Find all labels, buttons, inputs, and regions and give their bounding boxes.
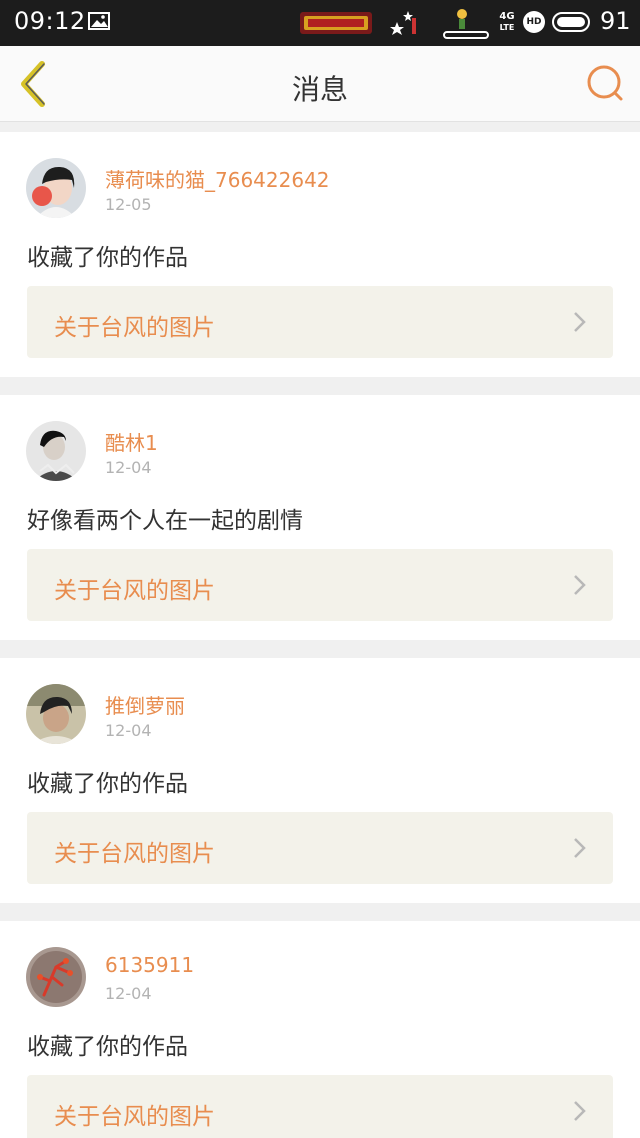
message-date: 12-05 [105,195,152,214]
message-card: 酷林1 12-04 好像看两个人在一起的剧情 关于台风的图片 [0,395,640,640]
header-bar: 消息 [0,46,640,122]
message-date: 12-04 [105,458,152,477]
avatar[interactable] [26,421,86,481]
chevron-right-icon [574,838,586,858]
chevron-right-icon [574,1101,586,1121]
message-date: 12-04 [105,984,152,1003]
character-notification-icon [442,6,490,40]
status-bar: 09:12 4G LTE HD 91 [0,0,640,46]
message-text: 收藏了你的作品 [27,771,188,797]
network-indicator: 4G LTE [499,11,515,32]
status-time: 09:12 [14,7,86,35]
user-name[interactable]: 薄荷味的猫_766422642 [105,164,330,193]
user-name[interactable]: 酷林1 [105,427,158,456]
avatar[interactable] [26,158,86,218]
related-work-title: 关于台风的图片 [54,841,215,867]
message-text: 收藏了你的作品 [27,245,188,271]
related-work-link[interactable]: 关于台风的图片 [27,286,613,358]
message-card: 推倒萝丽 12-04 收藏了你的作品 关于台风的图片 [0,658,640,903]
user-name[interactable]: 6135911 [105,953,194,977]
page-title: 消息 [291,73,348,106]
related-work-title: 关于台风的图片 [54,1104,215,1130]
avatar[interactable] [26,684,86,744]
related-work-link[interactable]: 关于台风的图片 [27,549,613,621]
chevron-right-icon [574,312,586,332]
avatar[interactable] [26,947,86,1007]
battery-icon [552,10,592,34]
chevron-right-icon [574,575,586,595]
message-text: 好像看两个人在一起的剧情 [27,508,303,534]
stars-notification-icon [388,8,418,38]
message-card: 6135911 12-04 收藏了你的作品 关于台风的图片 [0,921,640,1138]
image-notification-icon [88,12,110,30]
related-work-title: 关于台风的图片 [54,578,215,604]
message-date: 12-04 [105,721,152,740]
hd-voice-icon: HD [523,11,545,33]
search-button[interactable] [584,62,628,106]
message-text: 收藏了你的作品 [27,1034,188,1060]
related-work-link[interactable]: 关于台风的图片 [27,1075,613,1138]
message-card: 薄荷味的猫_766422642 12-05 收藏了你的作品 关于台风的图片 [0,132,640,377]
search-icon [587,65,623,101]
related-work-title: 关于台风的图片 [54,315,215,341]
related-work-link[interactable]: 关于台风的图片 [27,812,613,884]
battery-level: 91 [600,7,631,35]
user-name[interactable]: 推倒萝丽 [105,690,185,719]
game-notification-icon [300,10,372,36]
